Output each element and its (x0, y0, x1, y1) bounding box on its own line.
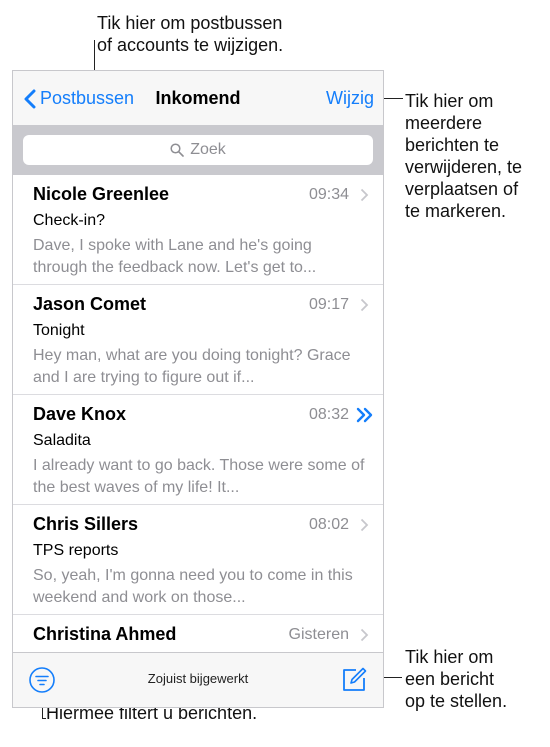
message-preview: Hey man, what are you doing tonight? Gra… (33, 347, 351, 386)
chevron-right-icon (360, 298, 369, 312)
message-list: Nicole Greenlee 09:34 Check-in? Dave, I … (13, 175, 383, 655)
mail-screen: Postbussen Inkomend Wijzig Zoek Nicole G… (12, 70, 384, 708)
search-bar: Zoek (13, 125, 383, 175)
message-sender: Dave Knox (33, 404, 127, 424)
compose-icon[interactable] (339, 664, 369, 694)
message-row[interactable]: Jason Comet 09:17 Tonight Hey man, what … (13, 285, 383, 395)
callout-mailboxes: Tik hier om postbussen of accounts te wi… (97, 13, 284, 55)
chevron-right-icon (360, 188, 369, 202)
callout-compose: Tik hier om een bericht op te stellen. (405, 647, 508, 711)
message-time: Gisteren (288, 626, 349, 643)
message-time: 09:34 (308, 186, 349, 203)
chevron-right-icon (360, 518, 369, 532)
bottom-toolbar: Zojuist bijgewerkt (13, 652, 383, 707)
message-row[interactable]: Christina Ahmed Gisteren (13, 615, 383, 655)
message-subject: TPS reports (33, 542, 119, 559)
message-preview: So, yeah, I'm gonna need you to come in … (33, 567, 353, 606)
message-sender: Christina Ahmed (33, 624, 177, 644)
message-subject: Tonight (33, 322, 85, 339)
search-placeholder: Zoek (190, 141, 226, 158)
leader-line-filter-tick (42, 718, 46, 719)
message-time: 09:17 (308, 296, 349, 313)
search-input[interactable]: Zoek (23, 135, 373, 165)
message-sender: Chris Sillers (33, 514, 139, 534)
message-preview: I already want to go back. Those were so… (33, 457, 365, 496)
message-time: 08:32 (308, 406, 349, 423)
message-sender: Jason Comet (33, 294, 147, 314)
double-chevron-icon[interactable] (355, 406, 375, 424)
callout-edit: Tik hier om meerdere berichten te verwij… (405, 91, 523, 221)
chevron-right-icon (360, 628, 369, 642)
message-time: 08:02 (308, 516, 349, 533)
update-status: Zojuist bijgewerkt (147, 671, 249, 686)
message-preview: Dave, I spoke with Lane and he's going t… (33, 237, 317, 276)
message-subject: Saladita (33, 432, 91, 449)
navigation-bar: Postbussen Inkomend Wijzig (13, 71, 383, 125)
edit-button[interactable]: Wijzig (326, 88, 374, 109)
message-subject: Check-in? (33, 212, 106, 229)
search-icon (170, 143, 185, 157)
message-row[interactable]: Nicole Greenlee 09:34 Check-in? Dave, I … (13, 175, 383, 285)
message-sender: Nicole Greenlee (33, 184, 170, 204)
message-row[interactable]: Chris Sillers 08:02 TPS reports So, yeah… (13, 505, 383, 615)
message-row[interactable]: Dave Knox 08:32 Saladita I already want … (13, 395, 383, 505)
